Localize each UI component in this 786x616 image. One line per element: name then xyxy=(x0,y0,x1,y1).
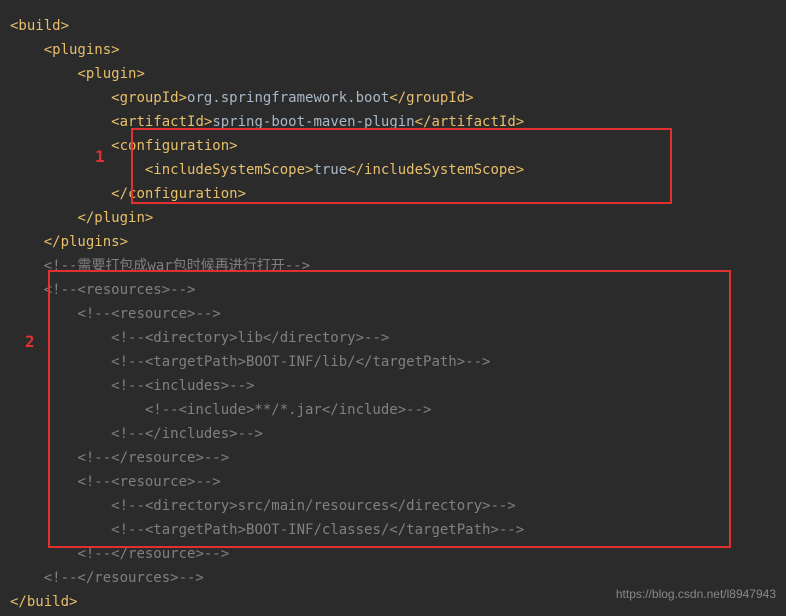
code-line: <!--<targetPath>BOOT-INF/classes/</targe… xyxy=(10,518,776,542)
code-line: <!--需要打包成war包时候再进行打开--> xyxy=(10,254,776,278)
code-line: <!--<resource>--> xyxy=(10,470,776,494)
code-line: </plugins> xyxy=(10,230,776,254)
code-line: <plugin> xyxy=(10,62,776,86)
code-line: <build> xyxy=(10,14,776,38)
code-line: <!--<includes>--> xyxy=(10,374,776,398)
code-editor[interactable]: <build> <plugins> <plugin> <groupId>org.… xyxy=(10,14,776,614)
code-line: </configuration> xyxy=(10,182,776,206)
code-line: <!--</includes>--> xyxy=(10,422,776,446)
code-line: <!--<directory>src/main/resources</direc… xyxy=(10,494,776,518)
annotation-label-1: 1 xyxy=(95,145,105,169)
code-line: </plugin> xyxy=(10,206,776,230)
code-line: <artifactId>spring-boot-maven-plugin</ar… xyxy=(10,110,776,134)
code-line: <includeSystemScope>true</includeSystemS… xyxy=(10,158,776,182)
watermark-text: https://blog.csdn.net/l8947943 xyxy=(616,582,776,606)
annotation-label-2: 2 xyxy=(25,330,35,354)
code-line: <!--<resources>--> xyxy=(10,278,776,302)
code-line: <!--<include>**/*.jar</include>--> xyxy=(10,398,776,422)
code-line: <!--</resource>--> xyxy=(10,542,776,566)
code-line: <plugins> xyxy=(10,38,776,62)
code-line: <!--<resource>--> xyxy=(10,302,776,326)
code-line: <configuration> xyxy=(10,134,776,158)
code-line: <groupId>org.springframework.boot</group… xyxy=(10,86,776,110)
code-line: <!--<directory>lib</directory>--> xyxy=(10,326,776,350)
code-line: <!--<targetPath>BOOT-INF/lib/</targetPat… xyxy=(10,350,776,374)
code-line: <!--</resource>--> xyxy=(10,446,776,470)
